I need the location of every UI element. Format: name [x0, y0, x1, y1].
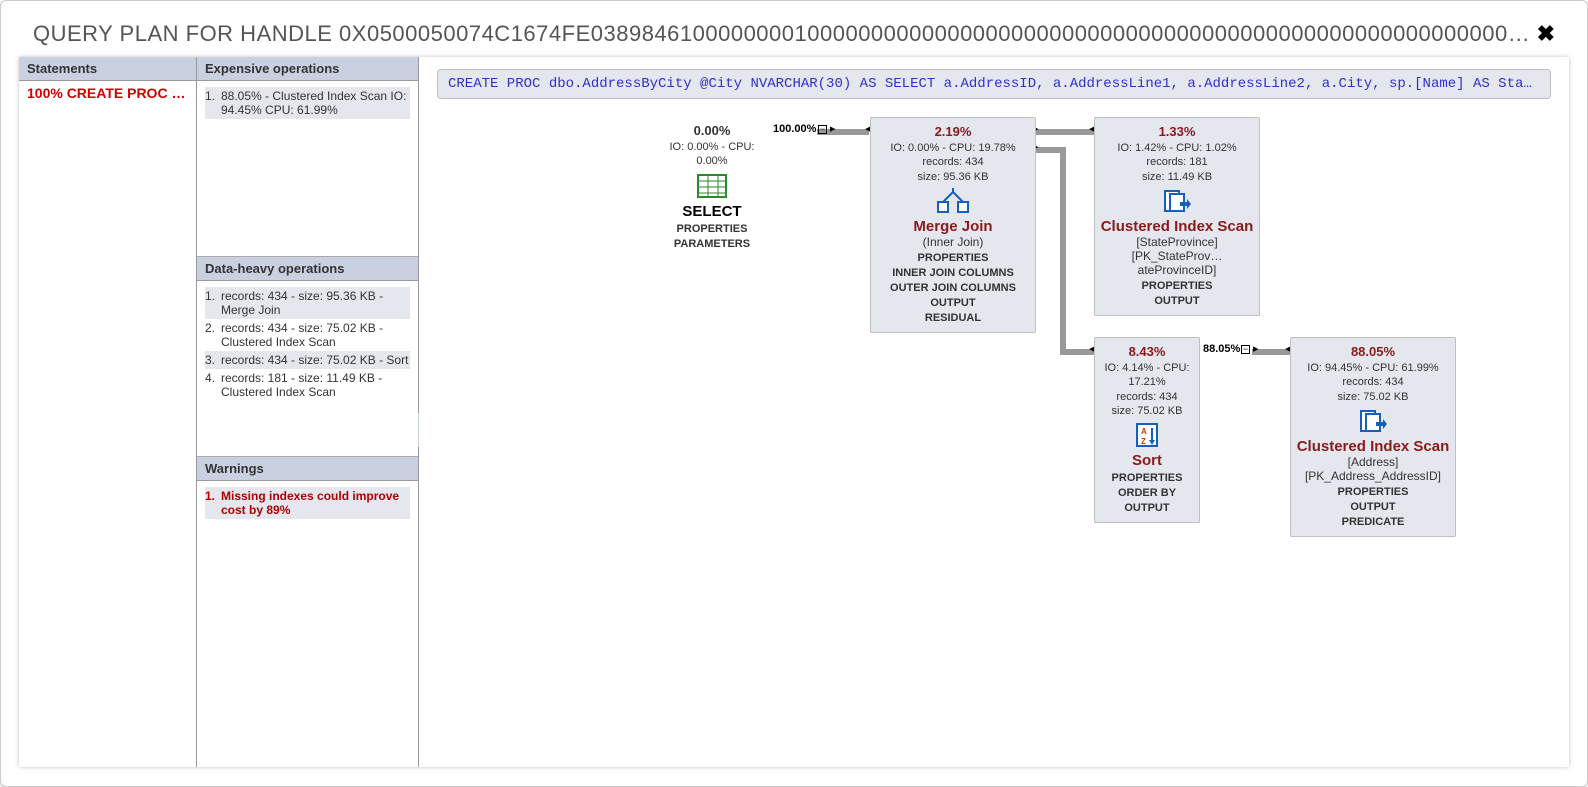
- side-panels: Expensive operations 1. 88.05% - Cluster…: [197, 57, 419, 767]
- op-size: size: 75.02 KB: [1099, 404, 1195, 418]
- index-scan-icon: [1161, 188, 1193, 214]
- op-link-inner-join[interactable]: INNER JOIN COLUMNS: [875, 267, 1031, 279]
- op-link-output[interactable]: OUTPUT: [1099, 502, 1195, 514]
- expensive-ops-panel: Expensive operations 1. 88.05% - Cluster…: [197, 57, 418, 257]
- list-item[interactable]: 3. records: 434 - size: 75.02 KB - Sort: [205, 351, 410, 369]
- op-title: Clustered Index Scan: [1295, 438, 1451, 455]
- op-cost: 1.33%: [1099, 124, 1255, 139]
- op-size: size: 75.02 KB: [1295, 390, 1451, 404]
- op-size: size: 95.36 KB: [875, 170, 1031, 184]
- edge-label: 88.05%: [1203, 343, 1240, 355]
- statements-panel: Statements 100% CREATE PROC D…: [19, 57, 197, 767]
- list-item[interactable]: 1. Missing indexes could improve cost by…: [205, 487, 410, 519]
- op-io-cpu: IO: 1.42% - CPU: 1.02%: [1099, 141, 1255, 155]
- op-link-properties[interactable]: PROPERTIES: [875, 252, 1031, 264]
- svg-text:Z: Z: [1141, 437, 1146, 446]
- query-plan-window: QUERY PLAN FOR HANDLE 0X0500050074C1674F…: [0, 0, 1588, 787]
- statements-header: Statements: [19, 57, 196, 81]
- warnings-header: Warnings: [197, 457, 418, 481]
- op-link-orderby[interactable]: ORDER BY: [1099, 487, 1195, 499]
- statement-item-active[interactable]: 100% CREATE PROC D…: [19, 81, 196, 105]
- op-io-cpu: IO: 4.14% - CPU: 17.21%: [1099, 361, 1195, 390]
- op-link-properties[interactable]: PROPERTIES: [1295, 486, 1451, 498]
- op-title: SELECT: [656, 203, 768, 220]
- op-link-properties[interactable]: PROPERTIES: [1099, 280, 1255, 292]
- warnings-list: 1. Missing indexes could improve cost by…: [197, 481, 418, 525]
- select-icon: [696, 173, 728, 199]
- connector: [1060, 147, 1066, 355]
- op-index: [PK_Address_AddressID]: [1295, 469, 1451, 483]
- collapse-toggle-icon[interactable]: − ▸: [1241, 342, 1259, 355]
- op-io-cpu: IO: 0.00% - CPU: 19.78%: [875, 141, 1031, 155]
- op-node-select[interactable]: 0.00% IO: 0.00% - CPU: 0.00% SELECT PROP…: [652, 117, 772, 258]
- op-records: records: 434: [1295, 375, 1451, 389]
- connector: [1036, 129, 1094, 135]
- op-object: [StateProvince]: [1099, 235, 1255, 249]
- op-records: records: 434: [1099, 390, 1195, 404]
- list-item[interactable]: 1. records: 434 - size: 95.36 KB - Merge…: [205, 287, 410, 319]
- op-link-outer-join[interactable]: OUTER JOIN COLUMNS: [875, 282, 1031, 294]
- svg-text:A: A: [1141, 427, 1147, 436]
- sort-icon: AZ: [1131, 422, 1163, 448]
- expensive-ops-list: 1. 88.05% - Clustered Index Scan IO: 94.…: [197, 81, 418, 125]
- op-link-output[interactable]: OUTPUT: [1295, 501, 1451, 513]
- op-io-cpu: IO: 0.00% - CPU: 0.00%: [656, 140, 768, 169]
- plan-canvas[interactable]: 100.00% − ▸ 1.33% − ▸ 96.48% − ▸ 88.05% …: [419, 99, 1569, 739]
- warnings-panel: Warnings 1. Missing indexes could improv…: [197, 457, 418, 525]
- op-records: records: 434: [875, 155, 1031, 169]
- list-item[interactable]: 2. records: 434 - size: 75.02 KB - Clust…: [205, 319, 410, 351]
- plan-canvas-area: CREATE PROC dbo.AddressByCity @City NVAR…: [419, 57, 1569, 767]
- op-cost: 8.43%: [1099, 344, 1195, 359]
- window-body: Statements 100% CREATE PROC D… Expensive…: [19, 57, 1569, 767]
- collapse-toggle-icon[interactable]: − ▸: [818, 122, 836, 135]
- op-node-scan-address[interactable]: 88.05% IO: 94.45% - CPU: 61.99% records:…: [1290, 337, 1456, 537]
- op-subtitle: (Inner Join): [875, 235, 1031, 249]
- op-link-output[interactable]: OUTPUT: [1099, 295, 1255, 307]
- op-node-scan-stateprovince[interactable]: 1.33% IO: 1.42% - CPU: 1.02% records: 18…: [1094, 117, 1260, 316]
- op-cost: 2.19%: [875, 124, 1031, 139]
- op-cost: 0.00%: [656, 123, 768, 138]
- op-records: records: 181: [1099, 155, 1255, 169]
- list-item[interactable]: 1. 88.05% - Clustered Index Scan IO: 94.…: [205, 87, 410, 119]
- op-title: Merge Join: [875, 218, 1031, 235]
- op-object: [Address]: [1295, 455, 1451, 469]
- list-item[interactable]: 4. records: 181 - size: 11.49 KB - Clust…: [205, 369, 410, 401]
- op-cost: 88.05%: [1295, 344, 1451, 359]
- op-node-sort[interactable]: 8.43% IO: 4.14% - CPU: 17.21% records: 4…: [1094, 337, 1200, 523]
- op-link-properties[interactable]: PROPERTIES: [1099, 472, 1195, 484]
- op-link-properties[interactable]: PROPERTIES: [656, 223, 768, 235]
- sql-text[interactable]: CREATE PROC dbo.AddressByCity @City NVAR…: [437, 69, 1551, 99]
- op-node-merge-join[interactable]: 2.19% IO: 0.00% - CPU: 19.78% records: 4…: [870, 117, 1036, 333]
- window-header: QUERY PLAN FOR HANDLE 0X0500050074C1674F…: [1, 1, 1587, 57]
- op-link-output[interactable]: OUTPUT: [875, 297, 1031, 309]
- op-title: Sort: [1099, 452, 1195, 469]
- op-size: size: 11.49 KB: [1099, 170, 1255, 184]
- index-scan-icon: [1357, 408, 1389, 434]
- data-heavy-panel: Data-heavy operations 1. records: 434 - …: [197, 257, 418, 457]
- expensive-ops-header: Expensive operations: [197, 57, 418, 81]
- close-icon[interactable]: ✖: [1537, 21, 1555, 47]
- op-link-predicate[interactable]: PREDICATE: [1295, 516, 1451, 528]
- op-title: Clustered Index Scan: [1099, 218, 1255, 235]
- data-heavy-header: Data-heavy operations: [197, 257, 418, 281]
- op-index: [PK_StateProv…ateProvinceID]: [1099, 249, 1255, 277]
- op-link-parameters[interactable]: PARAMETERS: [656, 238, 768, 250]
- edge-label: 100.00%: [773, 123, 816, 135]
- op-link-residual[interactable]: RESIDUAL: [875, 312, 1031, 324]
- merge-join-icon: [937, 188, 969, 214]
- op-io-cpu: IO: 94.45% - CPU: 61.99%: [1295, 361, 1451, 375]
- data-heavy-list: 1. records: 434 - size: 95.36 KB - Merge…: [197, 281, 418, 407]
- window-title: QUERY PLAN FOR HANDLE 0X0500050074C1674F…: [33, 21, 1537, 47]
